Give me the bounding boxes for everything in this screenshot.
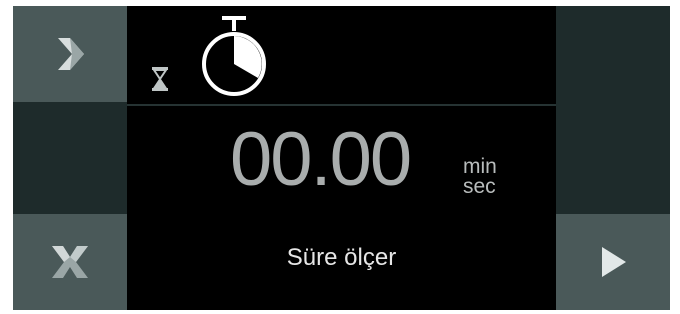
center-divider [127,104,556,106]
next-button[interactable] [13,6,127,102]
chevron-right-icon [58,38,84,70]
timer-value: 00.00 [230,117,412,202]
close-x-icon [52,246,88,278]
right-empty-slot-middle [556,104,670,212]
hourglass-icon [152,67,168,91]
cancel-button[interactable] [13,214,127,310]
start-button[interactable] [556,214,670,310]
timer-readout: 00.00 min sec [127,118,556,208]
mode-label: Süre ölçer [286,244,397,271]
timer-unit-minutes: min [463,155,497,178]
oven-display-screen: 00.00 min sec Süre ölçer [0,0,680,314]
left-empty-slot [13,104,127,212]
right-empty-slot-top [556,6,670,102]
timer-unit-seconds: sec [463,175,496,198]
stopwatch-icon [202,16,266,96]
play-icon [602,247,626,277]
